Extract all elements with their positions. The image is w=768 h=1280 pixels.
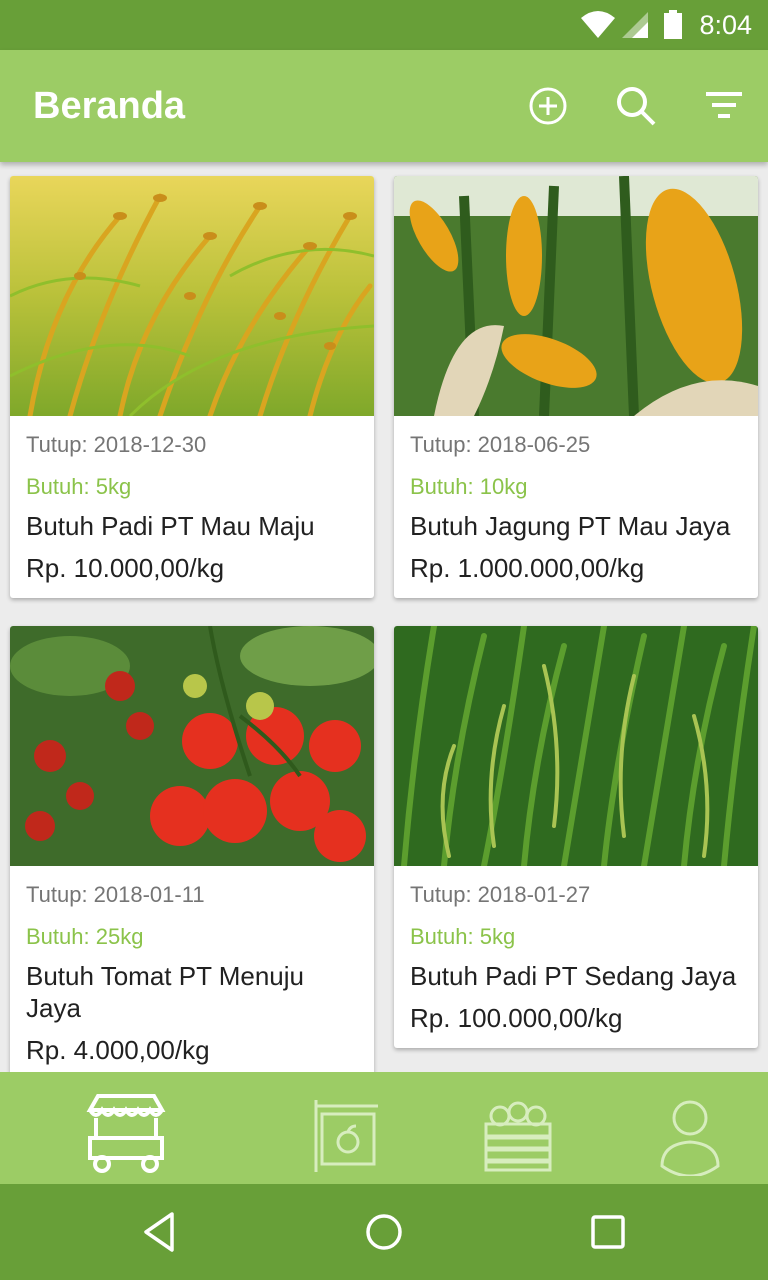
listing-feed[interactable]: Tutup: 2018-12-30 Butuh: 5kg Butuh Padi …	[0, 162, 768, 1072]
shop-sign-icon[interactable]	[304, 1092, 388, 1176]
wifi-icon	[581, 11, 615, 38]
battery-icon	[664, 10, 682, 39]
listing-title: Butuh Padi PT Mau Maju	[26, 511, 315, 541]
feed-column-right: Tutup: 2018-06-25 Butuh: 10kg Butuh Jagu…	[394, 176, 758, 1072]
listing-close-date: Tutup: 2018-06-25	[410, 432, 591, 457]
market-stall-icon[interactable]	[84, 1092, 168, 1176]
listing-close-date: Tutup: 2018-01-11	[26, 882, 205, 907]
signal-icon	[622, 12, 648, 38]
produce-crate-icon[interactable]	[476, 1092, 560, 1176]
listing-card[interactable]: Tutup: 2018-06-25 Butuh: 10kg Butuh Jagu…	[394, 176, 758, 598]
listing-price: Rp. 4.000,00/kg	[26, 1035, 210, 1065]
listing-title: Butuh Tomat PT Menuju Jaya	[26, 961, 304, 1023]
listing-card[interactable]: Tutup: 2018-01-11 Butuh: 25kg Butuh Toma…	[10, 626, 374, 1072]
back-icon[interactable]	[138, 1210, 182, 1254]
listing-quantity: Butuh: 5kg	[410, 924, 516, 949]
add-circle-icon[interactable]	[526, 84, 570, 128]
listing-quantity: Butuh: 10kg	[410, 474, 528, 499]
listing-price: Rp. 100.000,00/kg	[410, 1003, 623, 1033]
listing-quantity: Butuh: 5kg	[26, 474, 132, 499]
listing-close-date: Tutup: 2018-01-27	[410, 882, 591, 907]
ripe-rice-photo	[10, 176, 374, 416]
feed-column-left: Tutup: 2018-12-30 Butuh: 5kg Butuh Padi …	[10, 176, 374, 1072]
search-icon[interactable]	[614, 84, 658, 128]
page-title: Beranda	[33, 85, 186, 127]
green-rice-photo	[394, 626, 758, 866]
listing-card[interactable]: Tutup: 2018-01-27 Butuh: 5kg Butuh Padi …	[394, 626, 758, 1048]
recents-icon[interactable]	[586, 1210, 630, 1254]
listing-price: Rp. 1.000.000,00/kg	[410, 553, 645, 583]
system-navigation-bar	[0, 1184, 768, 1280]
filter-icon[interactable]	[702, 84, 746, 128]
listing-close-date: Tutup: 2018-12-30	[26, 432, 207, 457]
bottom-navigation	[0, 1072, 768, 1184]
profile-icon[interactable]	[648, 1092, 732, 1176]
home-icon[interactable]	[362, 1210, 406, 1254]
clock-time: 8:04	[699, 10, 752, 40]
tomato-photo	[10, 626, 374, 866]
listing-card[interactable]: Tutup: 2018-12-30 Butuh: 5kg Butuh Padi …	[10, 176, 374, 598]
listing-title: Butuh Padi PT Sedang Jaya	[410, 961, 737, 991]
corn-photo	[394, 176, 758, 416]
listing-title: Butuh Jagung PT Mau Jaya	[410, 511, 731, 541]
listing-price: Rp. 10.000,00/kg	[26, 553, 225, 583]
status-bar: 8:04	[0, 0, 768, 50]
app-bar: Beranda	[0, 50, 768, 162]
listing-quantity: Butuh: 25kg	[26, 924, 144, 949]
